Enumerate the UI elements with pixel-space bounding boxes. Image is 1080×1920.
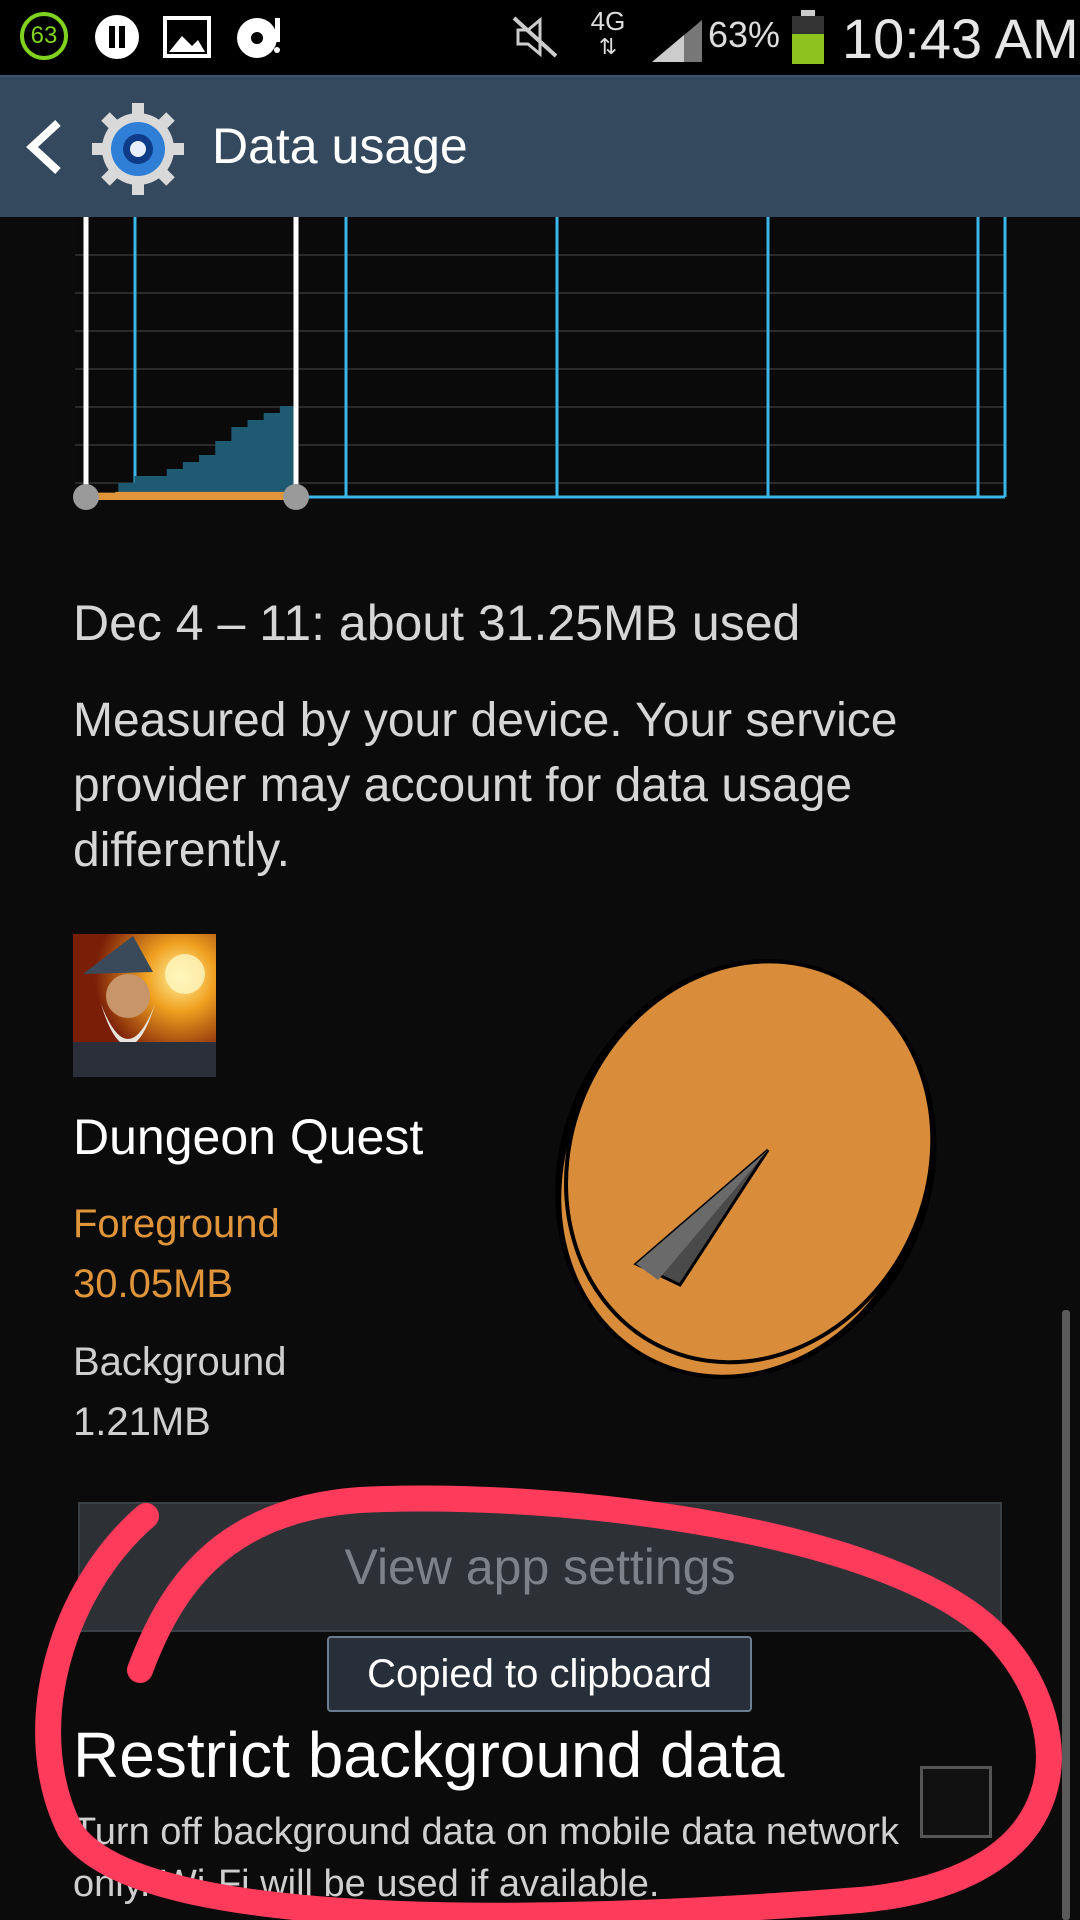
usage-chart: [73, 217, 1007, 510]
notification-badge-icon: 63: [20, 12, 68, 60]
view-app-settings-button[interactable]: View app settings: [78, 1502, 1002, 1632]
chart-start-handle-knob: [73, 484, 99, 510]
app-name: Dungeon Quest: [73, 1109, 424, 1165]
scrollbar[interactable]: [1062, 1310, 1070, 1920]
muted-icon: [512, 16, 558, 58]
view-app-settings-label: View app settings: [344, 1539, 736, 1595]
signal-icon: [652, 20, 702, 62]
usage-disclaimer: Measured by your device. Your service pr…: [73, 694, 898, 877]
background-value: 1.21MB: [73, 1400, 211, 1444]
foreground-label: Foreground: [73, 1202, 280, 1246]
dungeon-quest-app-icon: [73, 934, 216, 1077]
pause-icon: [95, 15, 139, 59]
restrict-background-data-checkbox[interactable]: [920, 1766, 992, 1838]
cd-player-icon: [237, 18, 280, 58]
back-chevron-icon[interactable]: [24, 117, 64, 177]
usage-pie-chart: [555, 959, 937, 1380]
status-bar: 63 4G ⇅ 63% 10:43 AM: [0, 0, 1080, 75]
gallery-icon: [163, 16, 211, 58]
clock: 10:43 AM: [842, 7, 1079, 70]
chart-end-handle-knob: [283, 484, 309, 510]
network-4g-icon: 4G ⇅: [590, 6, 626, 59]
restrict-background-data-title: Restrict background data: [73, 1719, 785, 1791]
background-label: Background: [73, 1340, 287, 1384]
foreground-value: 30.05MB: [73, 1262, 234, 1306]
clipboard-toast: Copied to clipboard: [327, 1636, 752, 1712]
settings-gear-icon[interactable]: [90, 101, 186, 197]
usage-summary: Dec 4 – 11: about 31.25MB used: [73, 595, 801, 651]
chart-series-foreground: [83, 491, 299, 500]
toast-text: Copied to clipboard: [367, 1651, 712, 1696]
battery-icon: [792, 10, 824, 64]
page-title: Data usage: [212, 118, 468, 174]
restrict-background-data-description: Turn off background data on mobile data …: [73, 1811, 899, 1905]
battery-percent: 63%: [708, 14, 781, 55]
action-bar: Data usage: [0, 75, 1080, 217]
